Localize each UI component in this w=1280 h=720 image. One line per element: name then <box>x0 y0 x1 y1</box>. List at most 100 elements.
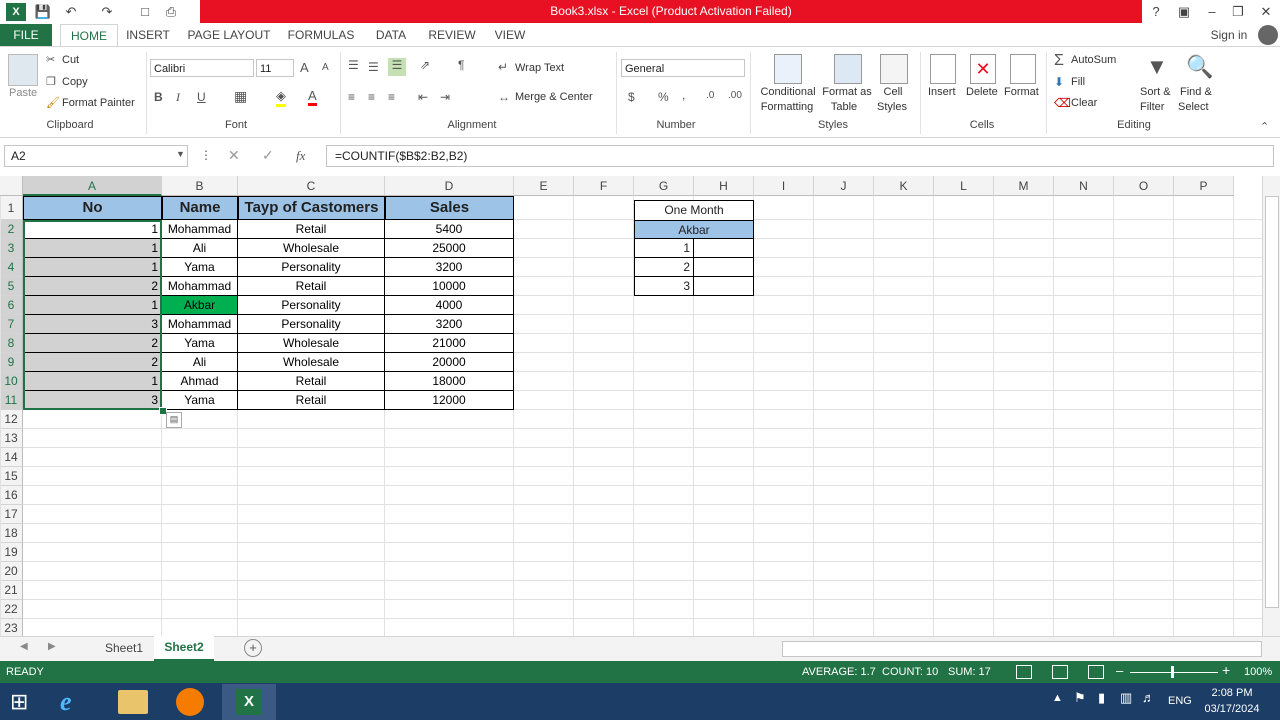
format-as-table-label[interactable]: Format as <box>822 86 872 98</box>
table-cell[interactable]: 18000 <box>385 372 514 391</box>
copy-button[interactable]: Copy <box>62 76 88 88</box>
zoom-slider[interactable] <box>1130 672 1218 673</box>
row-header[interactable]: 2 <box>0 220 23 239</box>
table-cell[interactable]: 3200 <box>385 315 514 334</box>
merge-center-button[interactable]: Merge & Center <box>515 91 593 103</box>
cut-button[interactable]: Cut <box>62 54 79 66</box>
sheet-tab-sheet1[interactable]: Sheet1 <box>96 637 152 659</box>
conditional-formatting-icon[interactable] <box>774 54 802 84</box>
table-cell[interactable]: Akbar <box>162 296 238 315</box>
table-header-cell[interactable]: Tayp of Castomers <box>238 196 385 220</box>
increase-decimal-icon[interactable]: .0 <box>706 90 714 101</box>
borders-icon[interactable]: ▦ <box>234 88 247 105</box>
table-cell[interactable]: 1 <box>23 372 162 391</box>
table-cell[interactable]: 3200 <box>385 258 514 277</box>
redo-icon[interactable]: ↷ <box>98 3 116 21</box>
tray-battery-icon[interactable]: ▮ <box>1098 690 1105 706</box>
save-icon[interactable]: 💾 <box>34 3 52 21</box>
table-cell[interactable]: Personality <box>238 296 385 315</box>
increase-indent-icon[interactable]: ⇥ <box>440 90 450 104</box>
side-table-empty-cell[interactable] <box>694 258 754 277</box>
middle-align-icon[interactable]: ☰ <box>368 60 379 74</box>
column-header[interactable]: C <box>238 176 385 196</box>
sign-in-link[interactable]: Sign in <box>1206 24 1252 46</box>
format-painter-button[interactable]: Format Painter <box>62 97 135 109</box>
align-right-icon[interactable]: ≡ <box>388 90 395 104</box>
delete-cells-button[interactable]: Delete <box>966 86 998 98</box>
row-header[interactable]: 17 <box>0 505 23 524</box>
table-header-cell[interactable]: Name <box>162 196 238 220</box>
text-direction-icon[interactable]: ¶ <box>458 58 464 72</box>
sheet-scroll-right-icon[interactable]: ▶ <box>48 641 56 652</box>
table-cell[interactable]: 10000 <box>385 277 514 296</box>
fill-color-icon[interactable]: ◈ <box>276 88 286 107</box>
table-cell[interactable]: Wholesale <box>238 353 385 372</box>
table-cell[interactable]: Ali <box>162 239 238 258</box>
percent-button[interactable]: % <box>658 90 669 104</box>
column-header[interactable]: H <box>694 176 754 196</box>
formula-input[interactable]: =COUNTIF($B$2:B2,B2) <box>326 145 1274 167</box>
format-cells-button[interactable]: Format <box>1004 86 1039 98</box>
column-header[interactable]: J <box>814 176 874 196</box>
zoom-slider-thumb[interactable] <box>1171 666 1174 678</box>
decrease-indent-icon[interactable]: ⇤ <box>418 90 428 104</box>
row-header[interactable]: 19 <box>0 543 23 562</box>
column-header[interactable]: M <box>994 176 1054 196</box>
table-cell[interactable]: 25000 <box>385 239 514 258</box>
row-header[interactable]: 16 <box>0 486 23 505</box>
find-select-label[interactable]: Find & <box>1180 86 1212 98</box>
table-cell[interactable]: Mohammad <box>162 277 238 296</box>
format-as-table-icon[interactable] <box>834 54 862 84</box>
row-header[interactable]: 5 <box>0 277 23 296</box>
new-file-icon[interactable]: □ <box>136 3 154 21</box>
tray-time[interactable]: 2:08 PM <box>1204 687 1260 699</box>
windows-start-icon[interactable]: ⊞ <box>10 690 36 714</box>
row-header[interactable]: 23 <box>0 619 23 636</box>
normal-view-icon[interactable] <box>1016 665 1032 679</box>
conditional-formatting-label[interactable]: Conditional <box>758 86 818 98</box>
ribbon-display-icon[interactable]: ▣ <box>1170 0 1198 23</box>
row-header[interactable]: 9 <box>0 353 23 372</box>
worksheet-grid[interactable]: ABCDEFGHIJKLMNOP 1 2 3 4 5 6 7 8 9 10 11 12 13 14 15 16… <box>0 176 1262 636</box>
print-preview-icon[interactable]: ⎙ <box>162 3 180 21</box>
table-cell[interactable]: Yama <box>162 391 238 410</box>
avatar[interactable] <box>1258 25 1278 45</box>
side-table-name[interactable]: Akbar <box>634 220 754 239</box>
sort-filter-label[interactable]: Sort & <box>1140 86 1171 98</box>
format-cells-icon[interactable] <box>1010 54 1036 84</box>
cell-styles-label2[interactable]: Styles <box>872 101 912 113</box>
column-header[interactable]: L <box>934 176 994 196</box>
undo-icon[interactable]: ↶ <box>62 3 80 21</box>
row-header[interactable]: 8 <box>0 334 23 353</box>
column-header[interactable]: K <box>874 176 934 196</box>
clear-button[interactable]: Clear <box>1071 97 1097 109</box>
cell-styles-icon[interactable] <box>880 54 908 84</box>
table-cell[interactable]: 2 <box>23 334 162 353</box>
cell-styles-label[interactable]: Cell <box>876 86 910 98</box>
table-cell[interactable]: Mohammad <box>162 315 238 334</box>
minimize-icon[interactable]: – <box>1198 0 1226 23</box>
table-cell[interactable]: 20000 <box>385 353 514 372</box>
side-table-value[interactable]: 3 <box>634 277 694 296</box>
table-cell[interactable]: Personality <box>238 258 385 277</box>
row-header[interactable]: 18 <box>0 524 23 543</box>
help-icon[interactable]: ? <box>1142 0 1170 23</box>
table-cell[interactable]: Yama <box>162 334 238 353</box>
row-header[interactable]: 15 <box>0 467 23 486</box>
table-cell[interactable]: 2 <box>23 277 162 296</box>
tab-insert[interactable]: INSERT <box>122 24 174 46</box>
column-header[interactable]: E <box>514 176 574 196</box>
column-header[interactable]: F <box>574 176 634 196</box>
row-header[interactable]: 3 <box>0 239 23 258</box>
restore-icon[interactable]: ❐ <box>1224 0 1252 23</box>
internet-explorer-icon[interactable]: e <box>60 688 90 716</box>
currency-button[interactable]: $ <box>628 90 635 104</box>
cancel-entry-icon[interactable]: ✕ <box>228 147 240 164</box>
tab-file[interactable]: FILE <box>0 24 52 46</box>
file-explorer-icon[interactable] <box>118 690 148 714</box>
table-cell[interactable]: 1 <box>23 296 162 315</box>
row-header[interactable]: 13 <box>0 429 23 448</box>
sort-filter-label2[interactable]: Filter <box>1140 101 1164 113</box>
decrease-decimal-icon[interactable]: .00 <box>728 90 742 101</box>
fill-button[interactable]: Fill <box>1071 76 1085 88</box>
